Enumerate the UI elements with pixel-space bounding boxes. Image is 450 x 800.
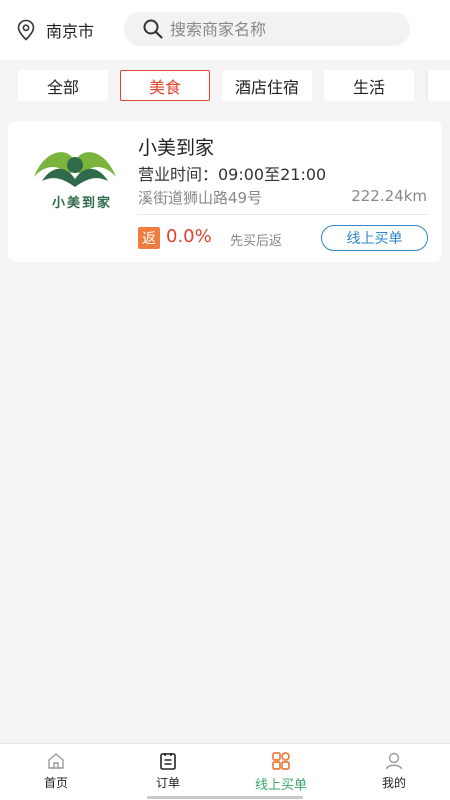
store-name[interactable]: 小美到家 [138, 133, 214, 160]
store-address: 溪街道狮山路49号 [138, 189, 263, 207]
business-hours: 营业时间：09:00至21:00 [138, 165, 327, 184]
tab-life[interactable]: 生活 [324, 70, 414, 101]
tab-all[interactable]: 全部 [18, 70, 108, 101]
store-logo: 小美到家 [30, 141, 120, 211]
store-logo-text: 小美到家 [51, 196, 112, 211]
rebate-badge: 返 [138, 227, 160, 249]
location-pin-icon [17, 19, 35, 41]
category-tabs: 全部 美食 酒店住宿 生活 [0, 60, 450, 110]
rebate-note: 先买后返 [230, 234, 283, 249]
nav-online-pay[interactable]: 线上买单 [225, 744, 337, 800]
store-logo-mark [34, 152, 116, 187]
tab-food[interactable]: 美食 [120, 70, 210, 101]
online-pay-button[interactable]: 线上买单 [321, 225, 428, 251]
nav-home[interactable]: 首页 [0, 744, 112, 800]
nav-orders[interactable]: 订单 [112, 744, 224, 800]
top-header: 南京市 [0, 0, 450, 60]
order-icon [160, 753, 176, 770]
tab-overflow[interactable] [426, 70, 450, 101]
nav-profile[interactable]: 我的 [338, 744, 450, 800]
search-bar[interactable] [124, 12, 410, 46]
search-icon [143, 19, 163, 39]
nav-orders-label: 订单 [155, 776, 180, 790]
city-label: 南京市 [46, 22, 95, 41]
location-selector[interactable]: 南京市 [16, 16, 94, 44]
nav-home-label: 首页 [43, 776, 68, 790]
nav-online-pay-label: 线上买单 [254, 778, 307, 793]
nav-profile-label: 我的 [381, 776, 406, 790]
card-divider [138, 214, 428, 215]
bottom-nav: 首页 订单 线上买单 我的 [0, 743, 450, 800]
tab-hotel[interactable]: 酒店住宿 [222, 70, 312, 101]
store-card[interactable]: 小美到家 小美到家 营业时间：09:00至21:00 溪街道狮山路49号 222… [8, 121, 442, 262]
profile-icon [385, 752, 403, 770]
home-indicator [147, 796, 303, 799]
search-input[interactable] [170, 19, 390, 39]
grid-icon [272, 752, 290, 770]
rebate-rate: 0.0% [166, 226, 212, 247]
store-distance: 222.24km [351, 187, 427, 205]
home-icon [48, 753, 64, 769]
